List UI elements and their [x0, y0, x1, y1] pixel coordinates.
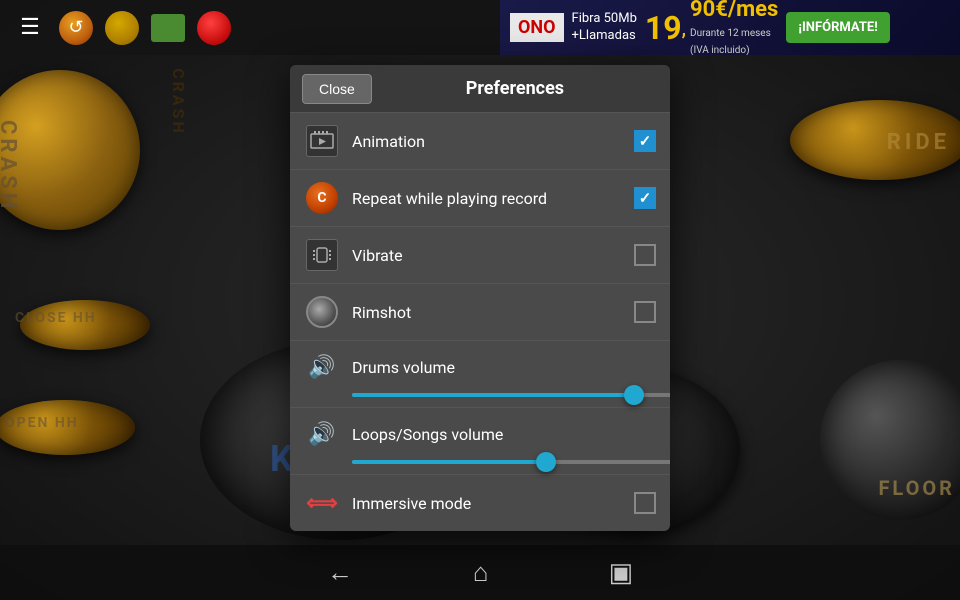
immersive-icon: ⟺	[304, 485, 340, 521]
refresh-button[interactable]: ↺	[58, 10, 94, 46]
back-button[interactable]: ←	[327, 557, 353, 588]
repeat-checkmark: ✓	[639, 189, 652, 207]
modal-overlay: Close Preferences Animation	[0, 55, 960, 545]
record-red-icon	[197, 11, 231, 45]
ad-text: Fibra 50Mb+Llamadas	[572, 11, 637, 45]
drums-volume-icon: 🔊	[304, 349, 340, 385]
ad-price-detail: 90€/mesDurante 12 meses(IVA incluido)	[690, 0, 778, 55]
repeat-icon: C	[304, 180, 340, 216]
ad-cta-button[interactable]: ¡INFÓRMATE!	[786, 12, 889, 43]
metronome-icon	[105, 11, 139, 45]
recents-button[interactable]: ▣	[609, 558, 634, 588]
loops-volume-track[interactable]	[352, 460, 670, 464]
bottom-nav: ← ⌂ ▣	[0, 545, 960, 600]
drums-volume-label: Drums volume	[352, 358, 455, 377]
rimshot-preference[interactable]: Rimshot	[290, 284, 670, 341]
repeat-label: Repeat while playing record	[352, 189, 634, 208]
volume-blue-icon: 🔊	[308, 355, 335, 380]
toolbar: ☰ ↺ ONO Fibra 50Mb+Llamadas 19 , 90€/mes…	[0, 0, 960, 55]
animation-checkbox[interactable]: ✓	[634, 130, 656, 152]
drums-volume-thumb[interactable]	[624, 385, 644, 405]
animation-checkmark: ✓	[639, 132, 652, 150]
drums-volume-track[interactable]	[352, 393, 670, 397]
animation-label: Animation	[352, 132, 634, 151]
repeat-checkbox[interactable]: ✓	[634, 187, 656, 209]
ad-banner: ONO Fibra 50Mb+Llamadas 19 , 90€/mesDura…	[500, 0, 960, 55]
arrows-icon: ⟺	[306, 491, 338, 516]
vibrate-icon	[304, 237, 340, 273]
vibrate-preference[interactable]: Vibrate	[290, 227, 670, 284]
rimshot-checkbox[interactable]	[634, 301, 656, 323]
ad-price: 19	[645, 9, 682, 47]
home-button[interactable]: ⌂	[473, 557, 489, 588]
rimshot-icon	[304, 294, 340, 330]
loops-volume-thumb[interactable]	[536, 452, 556, 472]
rimshot-label: Rimshot	[352, 303, 634, 322]
record-green-icon	[151, 14, 185, 42]
loops-volume-container: 🔊 Loops/Songs volume	[290, 408, 670, 475]
record-green-button[interactable]	[150, 10, 186, 46]
drums-volume-fill	[352, 393, 634, 397]
ad-brand: ONO	[510, 13, 564, 42]
volume-purple-icon: 🔊	[308, 422, 335, 447]
modal-title: Preferences	[372, 78, 658, 99]
modal-header: Close Preferences	[290, 65, 670, 113]
loops-volume-icon: 🔊	[304, 416, 340, 452]
loops-volume-label: Loops/Songs volume	[352, 425, 503, 444]
animation-icon	[304, 123, 340, 159]
drums-volume-container: 🔊 Drums volume	[290, 341, 670, 408]
record-red-button[interactable]	[196, 10, 232, 46]
repeat-preference[interactable]: C Repeat while playing record ✓	[290, 170, 670, 227]
vibrate-label: Vibrate	[352, 246, 634, 265]
animation-preference[interactable]: Animation ✓	[290, 113, 670, 170]
menu-icon: ☰	[20, 15, 40, 40]
menu-button[interactable]: ☰	[12, 10, 48, 46]
vibrate-checkbox[interactable]	[634, 244, 656, 266]
immersive-preference[interactable]: ⟺ Immersive mode	[290, 475, 670, 531]
immersive-checkbox[interactable]	[634, 492, 656, 514]
loops-volume-fill	[352, 460, 546, 464]
immersive-label: Immersive mode	[352, 494, 634, 513]
metronome-button[interactable]	[104, 10, 140, 46]
preferences-modal: Close Preferences Animation	[290, 65, 670, 531]
refresh-icon: ↺	[59, 11, 93, 45]
close-button[interactable]: Close	[302, 74, 372, 104]
